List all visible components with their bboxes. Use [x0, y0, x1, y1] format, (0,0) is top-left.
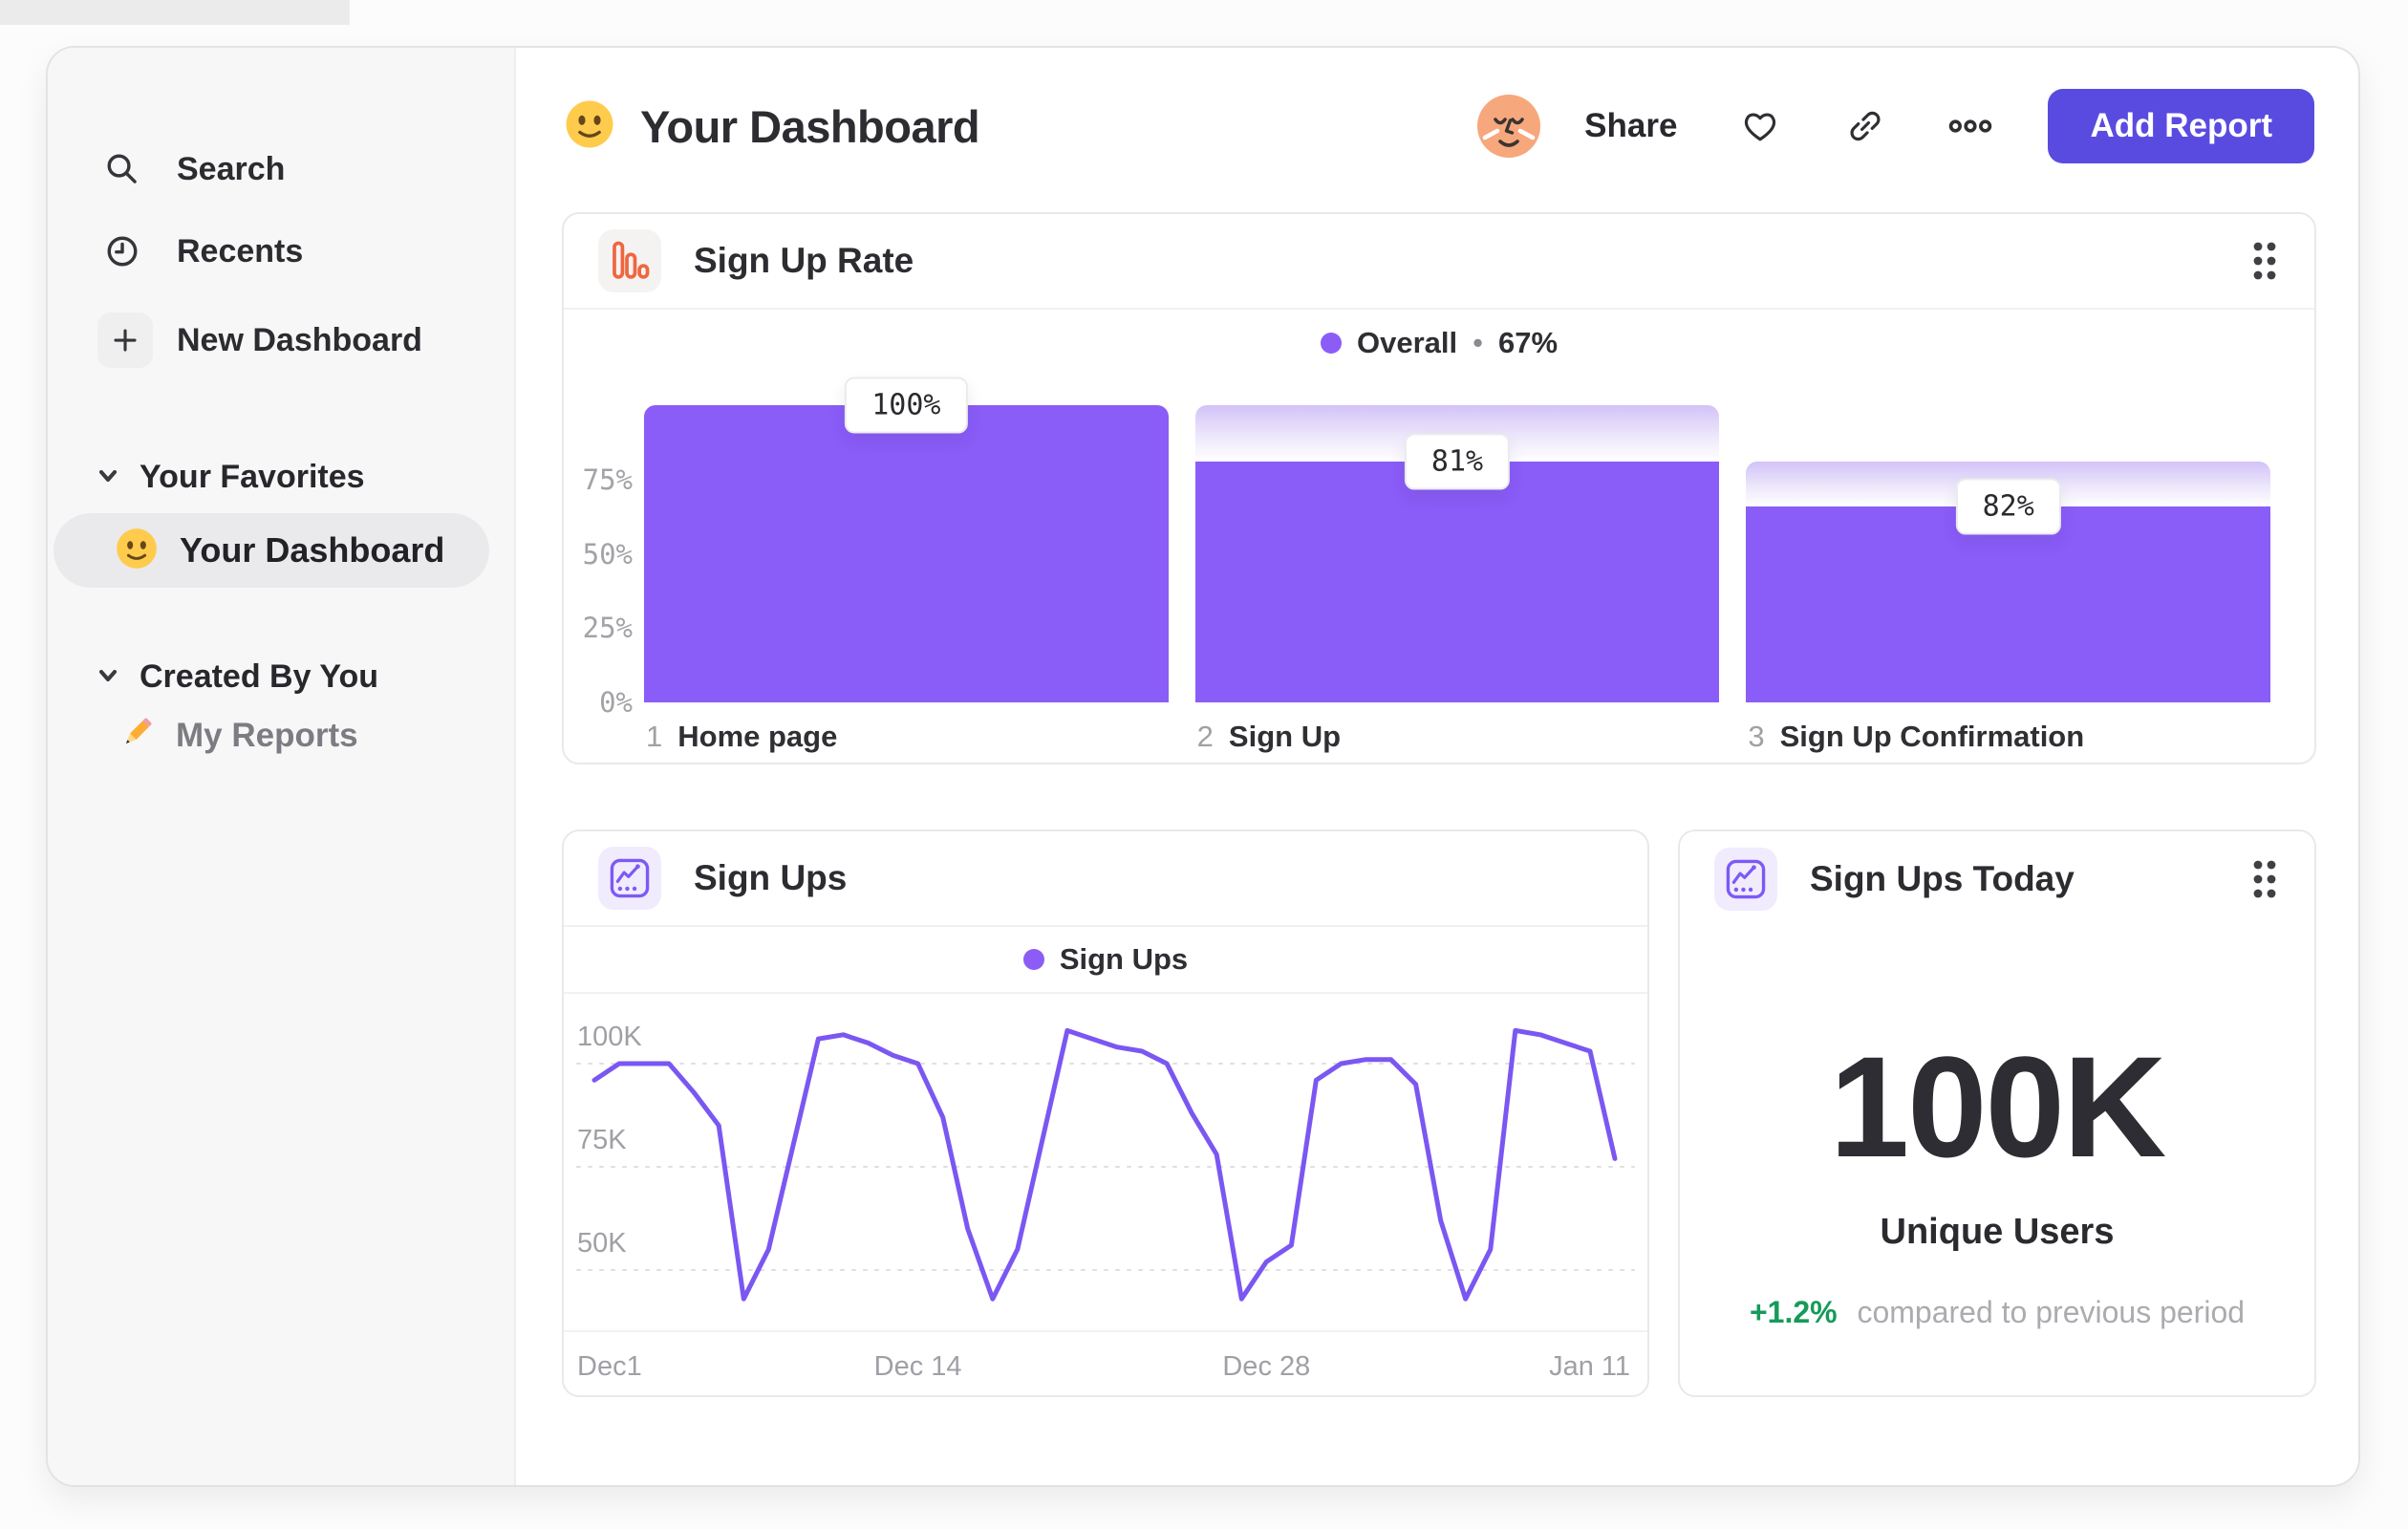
line-chart-icon — [598, 847, 661, 910]
funnel-bar-home-page[interactable]: 100% 1 Home page — [644, 377, 1169, 753]
card-title: Sign Ups — [694, 858, 848, 897]
card-header: Sign Ups — [564, 831, 1647, 927]
smiley-emoji-icon — [115, 527, 159, 575]
plus-icon — [97, 312, 153, 368]
funnel-y-tick: 75% — [582, 463, 633, 496]
page-header: Your Dashboard Share Add Report — [564, 82, 2314, 170]
card-header: Sign Ups Today — [1680, 831, 2314, 927]
clock-icon — [101, 230, 143, 272]
search-icon — [101, 148, 143, 190]
sidebar-item-label: Your Dashboard — [180, 530, 445, 570]
x-tick-label: Jan 11 — [1549, 1351, 1630, 1382]
section-title: Created By You — [140, 658, 379, 695]
sidebar: Search Recents New Dashboard Your Favori… — [48, 48, 516, 1485]
funnel-y-axis: 75% 50% 25% 0% — [573, 405, 633, 719]
sign-ups-chart-svg — [576, 1027, 1635, 1302]
step-number: 2 — [1196, 720, 1214, 753]
sidebar-section-created-by-you[interactable]: Created By You — [48, 641, 514, 713]
conversion-tooltip: 100% — [845, 377, 968, 434]
sidebar-item-recents[interactable]: Recents — [48, 210, 514, 292]
conversion-tooltip: 81% — [1404, 433, 1511, 490]
sidebar-item-label: Search — [177, 150, 286, 187]
sidebar-item-your-dashboard[interactable]: Your Dashboard — [54, 513, 489, 588]
sign-up-rate-card: Sign Up Rate Overall • 67% 75% 50% 25% 0% 1… — [562, 212, 2316, 764]
bar-solid-segment — [1746, 506, 2271, 702]
step-name: Sign Up — [1228, 720, 1342, 753]
stat-value: 100K — [1829, 1026, 2167, 1187]
main-content: Your Dashboard Share Add Report Sign Up … — [516, 48, 2358, 1485]
add-report-button[interactable]: Add Report — [2048, 89, 2314, 163]
funnel-bars: 100% 1 Home page 81% 2 Sign Up 82% 3 Sign Up Con… — [644, 377, 2271, 753]
legend-value: 67% — [1497, 326, 1559, 359]
funnel-step-label: 1 Home page — [646, 720, 837, 754]
y-tick-label: 100K — [577, 1022, 642, 1052]
card-title: Sign Ups Today — [1810, 859, 2075, 898]
copy-link-icon[interactable] — [1843, 104, 1887, 148]
sidebar-item-label: My Reports — [176, 716, 358, 754]
legend-separator: • — [1473, 326, 1483, 359]
legend-label: Overall — [1356, 326, 1458, 359]
chevron-down-icon — [96, 662, 120, 692]
browser-edge-artifact — [0, 0, 350, 25]
x-tick-label: Dec 28 — [1222, 1351, 1311, 1382]
drag-handle-icon[interactable] — [2249, 857, 2280, 901]
legend-dot — [1022, 949, 1044, 970]
sidebar-item-new-dashboard[interactable]: New Dashboard — [48, 292, 514, 388]
chevron-down-icon — [96, 463, 120, 492]
y-tick-label: 75K — [577, 1125, 627, 1155]
legend-dot — [1320, 333, 1342, 354]
funnel-y-tick: 25% — [582, 612, 633, 645]
app-window: Search Recents New Dashboard Your Favori… — [46, 46, 2360, 1487]
step-number: 1 — [646, 720, 663, 753]
sign-ups-line[interactable] — [591, 1027, 1618, 1302]
page-title: Your Dashboard — [640, 100, 980, 152]
more-options-icon[interactable] — [1948, 104, 1992, 148]
card-title: Sign Up Rate — [694, 241, 914, 280]
funnel-step-label: 2 Sign Up — [1197, 720, 1341, 754]
drag-handle-icon[interactable] — [2249, 239, 2280, 283]
section-title: Your Favorites — [140, 459, 365, 495]
sidebar-item-label: New Dashboard — [177, 321, 422, 358]
step-name: Home page — [677, 720, 838, 753]
sidebar-item-label: Recents — [177, 232, 304, 269]
step-number: 3 — [1748, 720, 1765, 753]
funnel-step-label: 3 Sign Up Confirmation — [1748, 720, 2084, 754]
pencil-emoji-icon — [117, 713, 157, 758]
funnel-bar-sign-up-confirmation[interactable]: 82% 3 Sign Up Confirmation — [1746, 405, 2271, 753]
sign-ups-today-card: Sign Ups Today 100K Unique Users +1.2% c… — [1678, 829, 2316, 1397]
conversion-tooltip: 82% — [1955, 478, 2061, 535]
share-button[interactable]: Share — [1584, 107, 1677, 145]
funnel-legend: Overall • 67% — [564, 310, 2314, 377]
sidebar-section-favorites[interactable]: Your Favorites — [48, 441, 514, 513]
sign-ups-plot: 100K 75K 50K — [576, 1005, 1635, 1330]
step-name: Sign Up Confirmation — [1779, 720, 2085, 753]
header-actions: Share Add Report — [1477, 89, 2314, 163]
bar-solid-segment — [1194, 462, 1720, 702]
sidebar-item-search[interactable]: Search — [48, 128, 514, 210]
legend-label: Sign Ups — [1059, 942, 1189, 976]
sidebar-item-my-reports[interactable]: My Reports — [48, 713, 514, 758]
stat-delta-row: +1.2% compared to previous period — [1680, 1295, 2314, 1330]
bar-chart-icon — [598, 229, 661, 292]
delta-note: compared to previous period — [1857, 1294, 2246, 1329]
funnel-bar-sign-up[interactable]: 81% 2 Sign Up — [1194, 405, 1720, 753]
sign-ups-card: Sign Ups Sign Ups 100K 75K 50K Dec1 Dec 14 D… — [562, 829, 1649, 1397]
y-tick-label: 50K — [577, 1228, 627, 1259]
smiley-emoji-icon — [564, 98, 615, 155]
delta-percent: +1.2% — [1749, 1294, 1838, 1329]
funnel-y-tick: 0% — [599, 686, 633, 719]
card-header: Sign Up Rate — [564, 214, 2314, 310]
x-tick-label: Dec 14 — [873, 1351, 962, 1382]
line-legend: Sign Ups — [564, 927, 1647, 994]
sign-ups-x-axis: Dec1 Dec 14 Dec 28 Jan 11 — [564, 1330, 1647, 1395]
stat-value-label: Unique Users — [1880, 1211, 2115, 1252]
line-chart-icon — [1714, 848, 1777, 911]
bar-solid-segment — [644, 405, 1169, 702]
funnel-y-tick: 50% — [582, 537, 633, 571]
favorite-heart-icon[interactable] — [1738, 104, 1782, 148]
x-tick-label: Dec1 — [577, 1351, 642, 1382]
avatar[interactable] — [1477, 95, 1541, 158]
